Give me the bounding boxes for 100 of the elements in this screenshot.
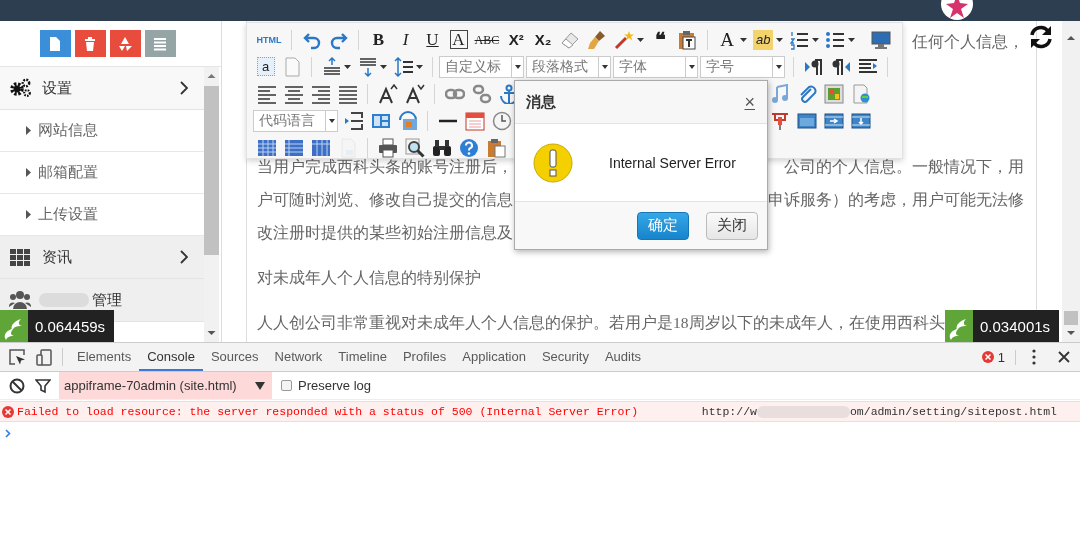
table-rows-icon[interactable] <box>283 137 304 158</box>
avatar-icon[interactable] <box>940 0 974 21</box>
devtools-tab[interactable]: Network <box>266 343 331 371</box>
caret-icon[interactable] <box>255 381 265 390</box>
bold-button[interactable]: B <box>368 29 389 50</box>
devtools-tab[interactable]: Application <box>454 343 534 371</box>
underline-button[interactable]: U <box>422 29 443 50</box>
caret-icon[interactable] <box>344 64 351 69</box>
align-left-icon[interactable] <box>256 83 277 104</box>
caret-icon[interactable] <box>514 64 521 69</box>
font-shrink-icon[interactable] <box>404 83 425 104</box>
page-break-icon[interactable] <box>343 110 364 131</box>
quote-button[interactable]: ❝ <box>650 29 671 50</box>
devtools-tab[interactable]: Profiles <box>394 343 455 371</box>
more-icon[interactable] <box>1032 349 1036 365</box>
italic-button[interactable]: I <box>395 29 416 50</box>
unlink-icon[interactable] <box>471 83 492 104</box>
scrollbar[interactable] <box>204 67 219 342</box>
dropdown-field[interactable]: 自定义标 <box>439 55 524 78</box>
superscript-button[interactable]: X² <box>506 29 527 50</box>
devtools-tab[interactable]: Elements <box>69 343 140 371</box>
device-icon[interactable] <box>36 348 53 366</box>
table-columns-icon[interactable] <box>310 137 331 158</box>
devtools-tab[interactable]: Audits <box>596 343 650 371</box>
dropdown-field[interactable]: 字体 <box>613 55 698 78</box>
paragraph-rtl-icon[interactable] <box>830 56 851 77</box>
font-color-button[interactable]: A <box>717 29 738 50</box>
filter-icon[interactable] <box>35 377 51 394</box>
caret-icon[interactable] <box>775 37 783 42</box>
caret-icon[interactable] <box>636 37 644 42</box>
devtools-tab[interactable]: Security <box>533 343 597 371</box>
binoculars-icon[interactable] <box>431 137 452 158</box>
scrollbar[interactable] <box>1062 21 1080 342</box>
clock-icon[interactable] <box>491 110 512 131</box>
line-spacing-icon[interactable] <box>393 56 414 77</box>
paragraph-ltr-icon[interactable] <box>803 56 824 77</box>
list-button[interactable] <box>144 30 176 57</box>
boxed-letter-button[interactable]: A <box>449 30 468 49</box>
caret-icon[interactable] <box>601 64 608 69</box>
inspect-icon[interactable] <box>9 348 26 366</box>
menu-section[interactable]: 设置 <box>0 67 204 110</box>
trash-button[interactable] <box>74 30 106 57</box>
align-right-icon[interactable] <box>310 83 331 104</box>
wifi-picture-icon[interactable] <box>397 110 418 131</box>
pin-icon[interactable] <box>769 110 790 131</box>
caret-icon[interactable] <box>688 64 695 69</box>
dropdown-field[interactable]: 段落格式 <box>526 55 611 78</box>
paste-icon[interactable] <box>485 137 506 158</box>
brush-icon[interactable] <box>587 29 608 50</box>
menu-section[interactable]: 资讯 <box>0 236 204 279</box>
caret-icon[interactable] <box>416 64 423 69</box>
calendar-icon[interactable] <box>464 110 485 131</box>
image-icon[interactable] <box>823 83 844 104</box>
caret-icon[interactable] <box>328 118 335 123</box>
clipboard-icon[interactable] <box>677 29 698 50</box>
checkbox-label[interactable]: Preserve log <box>298 378 371 393</box>
video-icon[interactable] <box>823 110 844 131</box>
table-icon[interactable] <box>256 137 277 158</box>
bullet-list-icon[interactable] <box>825 29 846 50</box>
video-icon[interactable] <box>850 110 871 131</box>
printer-icon[interactable] <box>377 137 398 158</box>
refresh-icon[interactable] <box>1028 24 1054 50</box>
html-button[interactable]: HTML <box>256 29 282 50</box>
prompt-icon[interactable] <box>5 429 11 438</box>
error-count[interactable]: 1 <box>997 349 1016 365</box>
source-link[interactable]: http://w <box>701 405 757 418</box>
font-grow-icon[interactable] <box>377 83 398 104</box>
justify-icon[interactable] <box>337 83 358 104</box>
caret-icon[interactable] <box>847 37 855 42</box>
devtools-tab[interactable]: Timeline <box>330 343 395 371</box>
close-icon[interactable] <box>1058 351 1070 363</box>
align-center-icon[interactable] <box>283 83 304 104</box>
preview-icon[interactable] <box>404 137 425 158</box>
dropdown-field[interactable]: 字号 <box>700 55 785 78</box>
ordered-list-icon[interactable] <box>789 29 810 50</box>
strikethrough-button[interactable]: ABC <box>474 29 500 50</box>
webpage-icon[interactable] <box>850 83 871 104</box>
context-dropdown[interactable]: appiframe-70admin (site.html) <box>59 372 272 399</box>
close-button[interactable]: × <box>744 91 755 113</box>
dropdown-field[interactable]: 代码语言 <box>253 109 338 132</box>
monitor-icon[interactable] <box>870 29 891 50</box>
recycle-button[interactable] <box>109 30 141 57</box>
caret-icon[interactable] <box>775 64 782 69</box>
caret-icon[interactable] <box>739 37 747 42</box>
devtools-tab[interactable]: Sources <box>202 343 267 371</box>
caret-icon[interactable] <box>380 64 387 69</box>
file-button[interactable] <box>39 30 71 57</box>
caret-icon[interactable] <box>811 37 819 42</box>
help-icon[interactable] <box>458 137 479 158</box>
line-height-icon[interactable] <box>321 56 342 77</box>
framed-letter-button[interactable]: a <box>256 57 275 76</box>
highlight-button[interactable]: ab <box>753 29 774 50</box>
frame-icon[interactable] <box>796 110 817 131</box>
checkbox[interactable] <box>281 380 292 391</box>
subscript-button[interactable]: X₂ <box>533 29 554 50</box>
source-link[interactable]: om/admin/setting/sitepost.html <box>849 405 1057 418</box>
wand-icon[interactable] <box>614 29 635 50</box>
clear-icon[interactable] <box>9 377 25 394</box>
close-button[interactable]: 关闭 <box>706 211 758 240</box>
paragraph-spacing-icon[interactable] <box>357 56 378 77</box>
